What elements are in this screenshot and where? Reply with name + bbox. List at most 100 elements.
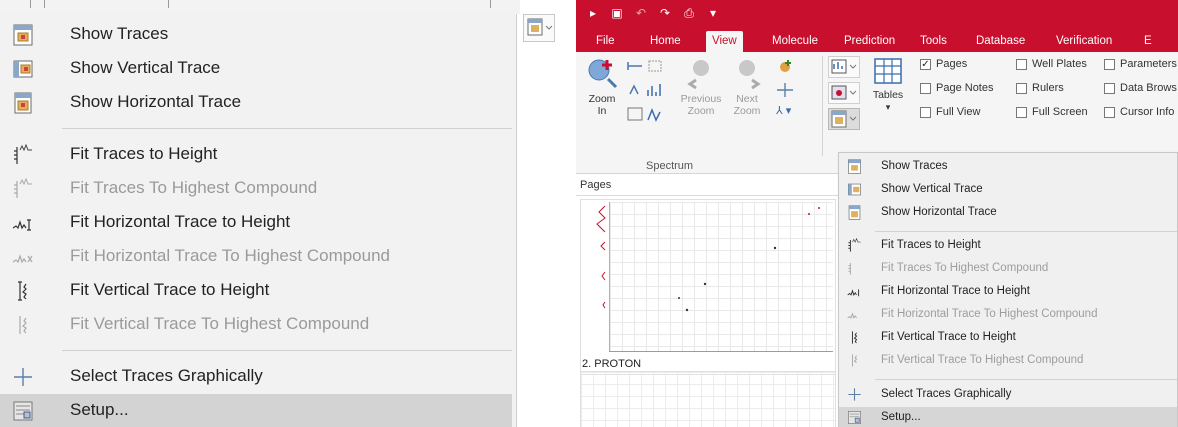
page-thumbnail[interactable] bbox=[580, 371, 836, 427]
show-traces-icon bbox=[13, 24, 33, 46]
fit-traces-height-icon bbox=[848, 238, 861, 252]
menu-item-label: Select Traces Graphically bbox=[70, 366, 263, 385]
menu-item-fit-vertical-height[interactable]: Fit Vertical Trace to Height bbox=[0, 274, 512, 308]
page-thumbnail[interactable] bbox=[580, 199, 836, 375]
vertical-trace-icon bbox=[848, 183, 861, 196]
tables-button[interactable]: Tables ▾ bbox=[868, 56, 908, 113]
menu-item-label: Fit Vertical Trace to Height bbox=[70, 280, 270, 299]
checkbox-parameters[interactable]: Parameters bbox=[1104, 58, 1177, 70]
checkbox-data-browser[interactable]: Data Brows bbox=[1104, 82, 1177, 94]
menu-item-show-traces[interactable]: Show Traces bbox=[0, 18, 512, 52]
page-2-label: 2. PROTON bbox=[582, 358, 642, 370]
menu-item-show-horizontal-trace[interactable]: Show Horizontal Trace bbox=[0, 86, 512, 120]
checkbox-page-notes[interactable]: Page Notes bbox=[920, 82, 993, 94]
menu-item-label: Fit Vertical Trace to Height bbox=[881, 331, 1016, 343]
ruler-tick bbox=[490, 0, 491, 8]
menu-separator bbox=[62, 350, 512, 351]
menu-item-fit-horizontal-compound: Fit Horizontal Trace To Highest Compound bbox=[0, 240, 512, 274]
spectrum-expand-icon[interactable] bbox=[646, 106, 664, 122]
menu-item-fit-horizontal-height[interactable]: Fit Horizontal Trace to Height bbox=[839, 281, 1177, 303]
menu-item-fit-traces-height[interactable]: Fit Traces to Height bbox=[0, 138, 512, 172]
menu-item-fit-traces-compound: Fit Traces To Highest Compound bbox=[839, 258, 1177, 280]
zoom-region-icon[interactable] bbox=[646, 58, 664, 74]
app-menu-icon[interactable]: ▸ bbox=[586, 6, 600, 20]
trace-dropdown-button[interactable] bbox=[523, 14, 555, 42]
tab-tools[interactable]: Tools bbox=[914, 31, 953, 52]
menu-item-fit-horizontal-height[interactable]: Fit Horizontal Trace to Height bbox=[0, 206, 512, 240]
add-trace-icon[interactable] bbox=[776, 58, 794, 74]
menu-item-show-traces[interactable]: Show Traces bbox=[839, 156, 1177, 178]
title-bar: ▸ ▣ ↶ ↷ ⎙ ▾ bbox=[576, 0, 1178, 28]
show-traces-icon bbox=[848, 159, 861, 174]
checkbox-cursor-info[interactable]: Cursor Info bbox=[1104, 106, 1174, 118]
checkbox-full-view[interactable]: Full View bbox=[920, 106, 980, 118]
checkbox-box bbox=[1016, 82, 1027, 94]
checkbox-box bbox=[1016, 106, 1027, 118]
zoom-in-button[interactable]: Zoom In bbox=[582, 56, 622, 117]
menu-item-fit-vertical-height[interactable]: Fit Vertical Trace to Height bbox=[839, 327, 1177, 349]
checkbox-box bbox=[920, 106, 931, 118]
axis-scale-button[interactable]: ⅄ ▾ bbox=[776, 104, 791, 117]
zoom-fit-icon[interactable] bbox=[626, 106, 644, 122]
fit-horizontal-compound-icon bbox=[12, 254, 33, 264]
tab-view[interactable]: View bbox=[706, 31, 743, 52]
layout-button[interactable] bbox=[828, 56, 860, 78]
table-icon bbox=[874, 58, 902, 84]
trace-dropdown-button[interactable] bbox=[828, 108, 860, 130]
print-icon[interactable]: ⎙ bbox=[682, 6, 696, 20]
menu-item-setup[interactable]: Setup... bbox=[0, 394, 512, 427]
pages-pane: Pages 2. PROTON bbox=[576, 175, 838, 427]
undo-icon[interactable]: ↶ bbox=[634, 6, 648, 20]
menu-item-fit-traces-height[interactable]: Fit Traces to Height bbox=[839, 235, 1177, 257]
tab-prediction[interactable]: Prediction bbox=[838, 31, 901, 52]
tab-molecule[interactable]: Molecule bbox=[766, 31, 824, 52]
tab-database[interactable]: Database bbox=[970, 31, 1031, 52]
tab-home[interactable]: Home bbox=[644, 31, 687, 52]
fit-horizontal-height-icon bbox=[847, 289, 860, 297]
menu-item-show-vertical-trace[interactable]: Show Vertical Trace bbox=[839, 179, 1177, 201]
menu-item-label: Setup... bbox=[881, 411, 921, 423]
chevron-down-icon: ▾ bbox=[885, 102, 891, 112]
spectrum-group-label: Spectrum bbox=[646, 160, 694, 172]
menu-item-show-horizontal-trace[interactable]: Show Horizontal Trace bbox=[839, 202, 1177, 224]
spectrum-peaks-icon[interactable] bbox=[646, 82, 664, 98]
checkbox-well-plates[interactable]: Well Plates bbox=[1016, 58, 1087, 70]
menu-item-select-traces-graphically[interactable]: Select Traces Graphically bbox=[839, 384, 1177, 406]
fit-vertical-compound-icon bbox=[19, 316, 27, 334]
tab-verification[interactable]: Verification bbox=[1050, 31, 1118, 52]
ruler-tick bbox=[44, 0, 45, 8]
next-zoom-label: Next Zoom bbox=[733, 93, 761, 117]
enlarged-menu-panel: Show Traces Show Vertical Trace Show Hor… bbox=[0, 0, 560, 427]
zoom-horizontal-icon[interactable] bbox=[626, 58, 644, 74]
display-mode-button[interactable] bbox=[828, 82, 860, 104]
fit-traces-height-icon bbox=[14, 144, 32, 164]
menu-item-setup[interactable]: Setup... bbox=[839, 407, 1177, 427]
menu-item-select-traces-graphically[interactable]: Select Traces Graphically bbox=[0, 360, 512, 394]
redo-icon[interactable]: ↷ bbox=[658, 6, 672, 20]
save-icon[interactable]: ▣ bbox=[610, 6, 624, 20]
zoom-in-label: Zoom In bbox=[588, 93, 616, 117]
trace-dropdown-menu: Show Traces Show Vertical Trace Show Hor… bbox=[838, 152, 1178, 427]
tab-file[interactable]: File bbox=[590, 31, 621, 52]
tab-more[interactable]: E bbox=[1138, 31, 1158, 52]
fit-horizontal-height-icon bbox=[12, 219, 31, 231]
customize-icon[interactable]: ▾ bbox=[706, 6, 720, 20]
horizontal-trace-icon bbox=[848, 205, 861, 220]
menu-item-label: Fit Vertical Trace To Highest Compound bbox=[881, 354, 1084, 366]
zoom-vertical-icon[interactable] bbox=[626, 82, 644, 98]
menu-item-show-vertical-trace[interactable]: Show Vertical Trace bbox=[0, 52, 512, 86]
fit-vertical-height-icon bbox=[851, 331, 858, 344]
previous-zoom-button: Previous Zoom bbox=[676, 56, 726, 117]
menu-item-label: Fit Vertical Trace To Highest Compound bbox=[70, 314, 370, 333]
menu-item-label: Fit Traces To Highest Compound bbox=[70, 178, 318, 197]
crosshair-icon[interactable] bbox=[776, 82, 794, 98]
checkbox-pages[interactable]: ✓ Pages bbox=[920, 58, 967, 70]
menu-item-label: Fit Traces To Highest Compound bbox=[881, 262, 1049, 274]
top-ruler-strip bbox=[0, 0, 520, 14]
checkbox-full-screen[interactable]: Full Screen bbox=[1016, 106, 1088, 118]
menu-separator bbox=[875, 231, 1177, 232]
previous-zoom-icon bbox=[687, 60, 709, 90]
menu-item-label: Fit Horizontal Trace to Height bbox=[70, 212, 291, 231]
menu-separator bbox=[62, 128, 512, 129]
checkbox-rulers[interactable]: Rulers bbox=[1016, 82, 1064, 94]
